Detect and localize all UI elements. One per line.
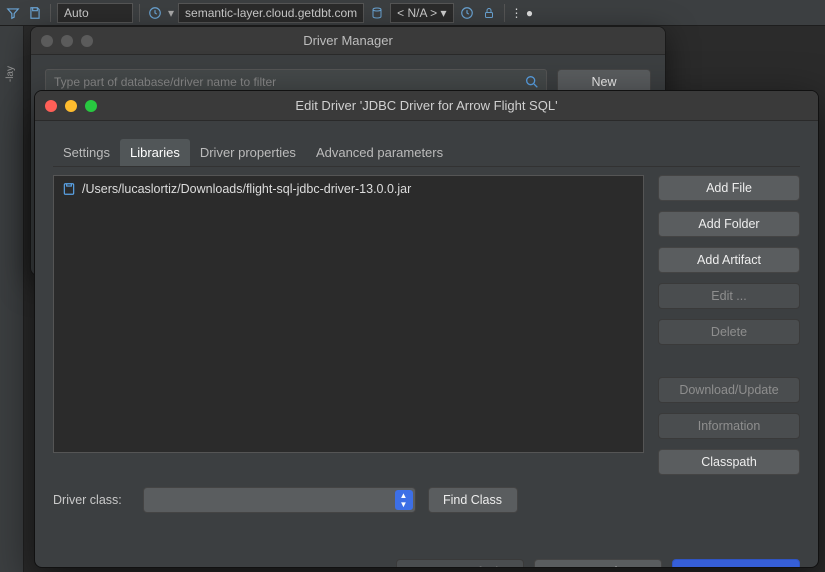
minimize-icon[interactable] bbox=[61, 35, 73, 47]
commit-mode-combo[interactable]: Auto bbox=[57, 3, 133, 23]
add-artifact-button[interactable]: Add Artifact bbox=[658, 247, 800, 273]
tab-driver-properties[interactable]: Driver properties bbox=[190, 139, 306, 166]
db-icon bbox=[368, 4, 386, 22]
reset-defaults-button: Reset to Defaults bbox=[396, 559, 524, 568]
history-icon[interactable] bbox=[146, 4, 164, 22]
filter-icon[interactable] bbox=[4, 4, 22, 22]
search-icon bbox=[524, 74, 540, 90]
minimize-icon[interactable] bbox=[65, 100, 77, 112]
driver-manager-title-bar: Driver Manager bbox=[31, 27, 665, 55]
library-file-path: /Users/lucaslortiz/Downloads/flight-sql-… bbox=[82, 182, 411, 196]
save-icon[interactable] bbox=[26, 4, 44, 22]
tab-settings[interactable]: Settings bbox=[53, 139, 120, 166]
clock-icon[interactable] bbox=[458, 4, 476, 22]
add-file-button[interactable]: Add File bbox=[658, 175, 800, 201]
driver-class-label: Driver class: bbox=[53, 493, 131, 507]
list-item[interactable]: /Users/lucaslortiz/Downloads/flight-sql-… bbox=[62, 182, 635, 196]
schema-chip[interactable]: < N/A > ▾ bbox=[390, 3, 453, 23]
add-folder-button[interactable]: Add Folder bbox=[658, 211, 800, 237]
delete-library-button: Delete bbox=[658, 319, 800, 345]
zoom-icon[interactable] bbox=[81, 35, 93, 47]
close-icon[interactable] bbox=[41, 35, 53, 47]
edit-driver-title-bar: Edit Driver 'JDBC Driver for Arrow Fligh… bbox=[35, 91, 818, 121]
ide-left-gutter: -lay bbox=[0, 26, 24, 572]
edit-library-button: Edit ... bbox=[658, 283, 800, 309]
edit-driver-dialog: Edit Driver 'JDBC Driver for Arrow Fligh… bbox=[34, 90, 819, 568]
driver-manager-title: Driver Manager bbox=[303, 33, 393, 48]
cancel-button[interactable]: Cancel bbox=[534, 559, 662, 568]
connection-host-chip[interactable]: semantic-layer.cloud.getdbt.com bbox=[178, 3, 364, 23]
classpath-button[interactable]: Classpath bbox=[658, 449, 800, 475]
lock-icon[interactable] bbox=[480, 4, 498, 22]
download-update-button: Download/Update bbox=[658, 377, 800, 403]
app-toolbar: Auto ▾ semantic-layer.cloud.getdbt.com <… bbox=[0, 0, 825, 26]
library-file-list[interactable]: /Users/lucaslortiz/Downloads/flight-sql-… bbox=[53, 175, 644, 453]
tab-advanced-parameters[interactable]: Advanced parameters bbox=[306, 139, 453, 166]
find-class-button[interactable]: Find Class bbox=[428, 487, 518, 513]
jar-file-icon bbox=[62, 182, 76, 196]
zoom-icon[interactable] bbox=[85, 100, 97, 112]
information-button: Information bbox=[658, 413, 800, 439]
combo-stepper-icon[interactable]: ▲▼ bbox=[395, 490, 413, 510]
ok-button[interactable]: OK bbox=[672, 559, 800, 568]
driver-class-combo[interactable]: ▲▼ bbox=[143, 487, 416, 513]
tab-libraries[interactable]: Libraries bbox=[120, 139, 190, 166]
close-icon[interactable] bbox=[45, 100, 57, 112]
edit-driver-title: Edit Driver 'JDBC Driver for Arrow Fligh… bbox=[295, 98, 557, 113]
driver-tabs: Settings Libraries Driver properties Adv… bbox=[53, 139, 800, 167]
